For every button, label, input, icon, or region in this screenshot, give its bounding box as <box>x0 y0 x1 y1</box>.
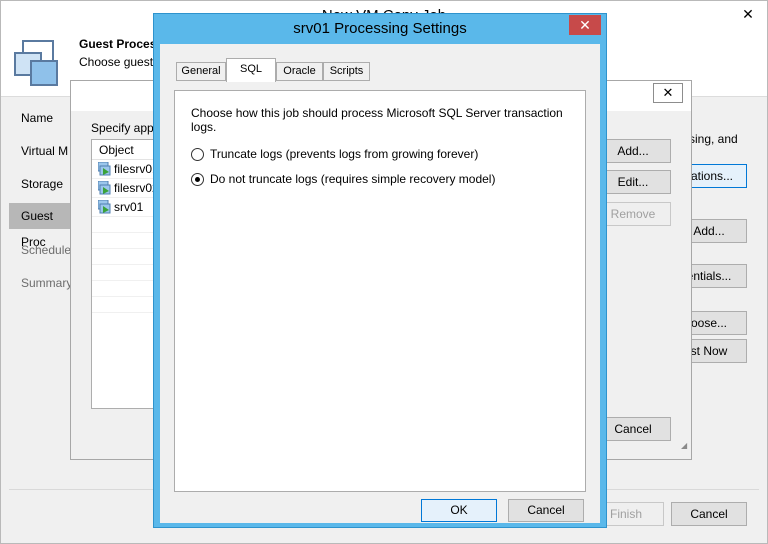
list-item-empty <box>92 265 160 281</box>
resize-grip-icon[interactable]: ◢ <box>681 441 687 450</box>
list-item-empty <box>92 217 160 233</box>
dialog-title: srv01 Processing Settings <box>293 20 467 37</box>
list-item-empty <box>92 281 160 297</box>
sql-tab-panel: Choose how this job should process Micro… <box>174 90 586 492</box>
do-not-truncate-logs-label: Do not truncate logs (requires simple re… <box>210 172 496 186</box>
do-not-truncate-logs-option[interactable]: Do not truncate logs (requires simple re… <box>191 171 495 187</box>
list-item-empty <box>92 297 160 313</box>
truncate-logs-radio[interactable] <box>191 147 204 161</box>
vm-icon <box>98 200 111 214</box>
list-item[interactable]: srv01 <box>92 198 160 217</box>
sql-description: Choose how this job should process Micro… <box>191 106 563 134</box>
list-item-label: filesrv02 <box>114 180 159 195</box>
dialog-close-icon[interactable]: ✕ <box>569 15 601 35</box>
list-header-object[interactable]: Object <box>92 140 160 160</box>
truncate-logs-option[interactable]: Truncate logs (prevents logs from growin… <box>191 146 478 162</box>
vm-icon <box>98 162 111 176</box>
objects-list[interactable]: Object filesrv01 filesrv02 srv01 <box>91 139 161 409</box>
list-item-empty <box>92 233 160 249</box>
dialog-titlebar: srv01 Processing Settings ✕ <box>154 14 606 44</box>
list-item-empty <box>92 249 160 265</box>
vm-icon <box>98 181 111 195</box>
ok-button[interactable]: OK <box>421 499 497 522</box>
tab-sql[interactable]: SQL <box>226 58 276 82</box>
list-item[interactable]: filesrv01 <box>92 160 160 179</box>
list-item-label: filesrv01 <box>114 161 159 176</box>
list-item-label: srv01 <box>114 199 144 214</box>
truncate-logs-label: Truncate logs (prevents logs from growin… <box>210 147 479 161</box>
wizard-cancel-button[interactable]: Cancel <box>671 502 747 526</box>
cancel-button[interactable]: Cancel <box>508 499 584 522</box>
processing-settings-dialog: srv01 Processing Settings ✕ General SQL … <box>153 13 607 528</box>
dialog-body: General SQL Oracle Scripts Choose how th… <box>160 44 600 523</box>
wizard-description-fragment: sing, and <box>689 132 738 146</box>
vm-copy-logo-icon <box>14 40 58 86</box>
wizard-step-heading: Guest Process <box>79 37 164 51</box>
mid-dialog-close-icon[interactable]: ✕ <box>653 83 683 103</box>
do-not-truncate-logs-radio[interactable] <box>191 172 204 186</box>
mid-dialog-instruction: Specify appl <box>91 121 157 135</box>
list-item[interactable]: filesrv02 <box>92 179 160 198</box>
wizard-step-subheading: Choose guest <box>79 55 154 69</box>
tab-scripts[interactable]: Scripts <box>323 62 370 81</box>
tab-general[interactable]: General <box>176 62 226 81</box>
wizard-close-icon[interactable]: ✕ <box>735 3 761 25</box>
tab-oracle[interactable]: Oracle <box>276 62 323 81</box>
